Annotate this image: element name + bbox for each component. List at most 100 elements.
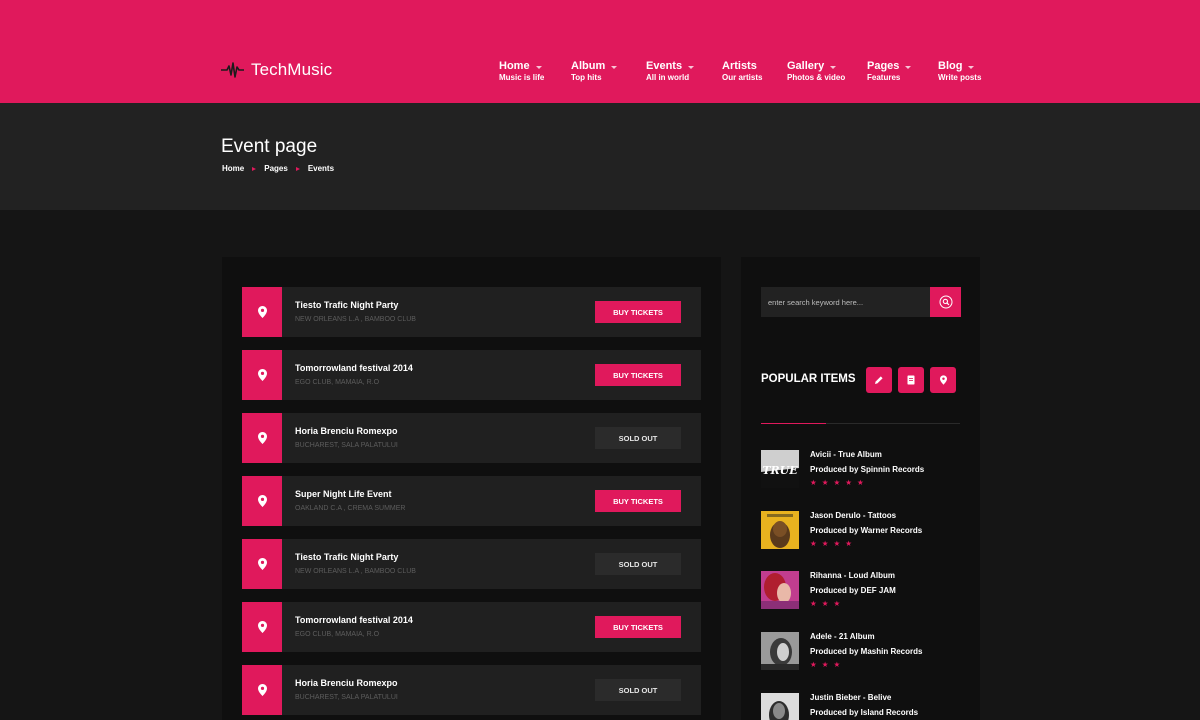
event-row: Tomorrowland festival 2014 EGO CLUB, MAM…	[242, 602, 701, 652]
page-header-band	[0, 103, 1200, 210]
breadcrumb-separator-icon	[252, 166, 257, 171]
event-row: Tiesto Trafic Night Party NEW ORLEANS L.…	[242, 539, 701, 589]
search-input[interactable]	[761, 287, 930, 317]
popular-item[interactable]: Jason Derulo - Tattoos Produced by Warne…	[761, 511, 961, 551]
album-label: Produced by Island Records	[810, 708, 919, 717]
popular-item[interactable]: TRUE Avicii - True Album Produced by Spi…	[761, 450, 961, 490]
map-pin-icon	[257, 684, 267, 696]
popular-item[interactable]: Rihanna - Loud Album Produced by DEF JAM…	[761, 571, 961, 611]
nav-subtitle: Write posts	[938, 73, 982, 82]
popular-item[interactable]: Justin Bieber - Belive Produced by Islan…	[761, 693, 961, 720]
star-rating: ★ ★ ★ ★ ★	[810, 479, 864, 487]
sold-out-button[interactable]: SOLD OUT	[595, 679, 681, 701]
nav-subtitle: Photos & video	[787, 73, 846, 82]
event-name: Tiesto Trafic Night Party	[295, 300, 399, 310]
album-title: Adele - 21 Album	[810, 632, 875, 641]
brand-name: TechMusic	[251, 60, 333, 79]
event-venue: NEW ORLEANS L.A , BAMBOO CLUB	[295, 316, 416, 323]
nav-item-blog[interactable]: Blog Write posts	[938, 60, 981, 83]
event-venue: BUCHAREST, SALA PALATULUI	[295, 694, 398, 701]
breadcrumb-home[interactable]: Home	[222, 164, 244, 173]
star-icon: ★	[810, 539, 817, 548]
nav-item-home[interactable]: Home Music is life	[499, 60, 544, 83]
breadcrumb: Home Pages Events	[222, 164, 334, 173]
album-label: Produced by DEF JAM	[810, 586, 896, 595]
star-icon: ★	[845, 539, 852, 548]
album-title: Justin Bieber - Belive	[810, 693, 892, 702]
chevron-down-icon	[968, 65, 975, 69]
star-icon: ★	[810, 599, 817, 608]
map-pin-icon	[257, 621, 267, 633]
chevron-down-icon	[611, 65, 618, 69]
breadcrumb-pages[interactable]: Pages	[264, 164, 288, 173]
star-icon: ★	[821, 599, 829, 608]
event-name: Super Night Life Event	[295, 489, 392, 499]
star-icon: ★	[810, 478, 817, 487]
document-icon	[907, 375, 915, 385]
event-pin-box	[242, 287, 282, 337]
map-pin-icon	[257, 369, 267, 381]
star-rating: ★ ★ ★	[810, 661, 840, 669]
event-pin-box	[242, 602, 282, 652]
nav-label: Pages	[867, 60, 900, 72]
event-row: Tiesto Trafic Night Party NEW ORLEANS L.…	[242, 287, 701, 337]
chevron-down-icon	[830, 65, 837, 69]
star-icon: ★	[845, 478, 852, 487]
section-divider-accent	[761, 423, 826, 424]
sold-out-button[interactable]: SOLD OUT	[595, 427, 681, 449]
album-cover	[761, 511, 799, 549]
album-title: Rihanna - Loud Album	[810, 571, 896, 580]
event-pin-box	[242, 350, 282, 400]
chevron-down-icon	[905, 65, 912, 69]
album-cover-text: TRUE	[762, 464, 798, 477]
nav-item-pages[interactable]: Pages Features	[867, 60, 912, 83]
sold-out-button[interactable]: SOLD OUT	[595, 553, 681, 575]
album-cover	[761, 632, 799, 670]
nav-item-events[interactable]: Events All in world	[646, 60, 695, 83]
album-cover	[761, 571, 799, 609]
nav-subtitle: All in world	[646, 73, 690, 82]
nav-label: Home	[499, 60, 530, 72]
tab-location[interactable]	[930, 367, 956, 393]
event-row: Super Night Life Event OAKLAND C.A , CRE…	[242, 476, 701, 526]
event-name: Tiesto Trafic Night Party	[295, 552, 399, 562]
nav-subtitle: Features	[867, 73, 901, 82]
star-rating: ★ ★ ★	[810, 600, 840, 608]
nav-item-gallery[interactable]: Gallery Photos & video	[787, 60, 845, 83]
chevron-down-icon	[535, 65, 542, 69]
event-venue: BUCHAREST, SALA PALATULUI	[295, 442, 398, 449]
nav-item-album[interactable]: Album Top hits	[571, 60, 618, 83]
popular-item[interactable]: Adele - 21 Album Produced by Mashin Reco…	[761, 632, 961, 672]
star-icon: ★	[833, 539, 841, 548]
buy-tickets-button[interactable]: BUY TICKETS	[595, 301, 681, 323]
pencil-icon	[875, 376, 883, 384]
event-venue: EGO CLUB, MAMAIA, R.O	[295, 631, 380, 638]
album-cover: TRUE	[761, 450, 799, 488]
event-pin-box	[242, 476, 282, 526]
event-venue: NEW ORLEANS L.A , BAMBOO CLUB	[295, 568, 416, 575]
popular-items-title: POPULAR ITEMS	[761, 373, 856, 385]
tab-pencil[interactable]	[866, 367, 892, 393]
breadcrumb-current: Events	[307, 164, 335, 173]
nav-subtitle: Music is life	[499, 73, 545, 82]
buy-tickets-button[interactable]: BUY TICKETS	[595, 616, 681, 638]
search-button[interactable]	[930, 287, 961, 317]
star-icon: ★	[833, 660, 841, 669]
album-label: Produced by Mashin Records	[810, 647, 923, 656]
buy-tickets-button[interactable]: BUY TICKETS	[595, 490, 681, 512]
events-list-panel: Tiesto Trafic Night Party NEW ORLEANS L.…	[222, 257, 721, 720]
buy-tickets-button[interactable]: BUY TICKETS	[595, 364, 681, 386]
star-icon: ★	[821, 539, 829, 548]
event-row: Horia Brenciu Romexpo BUCHAREST, SALA PA…	[242, 665, 701, 715]
event-pin-box	[242, 413, 282, 463]
nav-label: Blog	[938, 60, 963, 72]
nav-item-artists[interactable]: Artists Our artists	[722, 60, 762, 83]
page-title: Event page	[221, 136, 318, 157]
brand-logo[interactable]: TechMusic	[221, 60, 332, 80]
album-label: Produced by Warner Records	[810, 526, 923, 535]
tab-document[interactable]	[898, 367, 924, 393]
pulse-wave-icon	[221, 62, 244, 78]
album-title: Jason Derulo - Tattoos	[810, 511, 897, 520]
star-icon: ★	[821, 478, 829, 487]
star-icon: ★	[821, 660, 829, 669]
